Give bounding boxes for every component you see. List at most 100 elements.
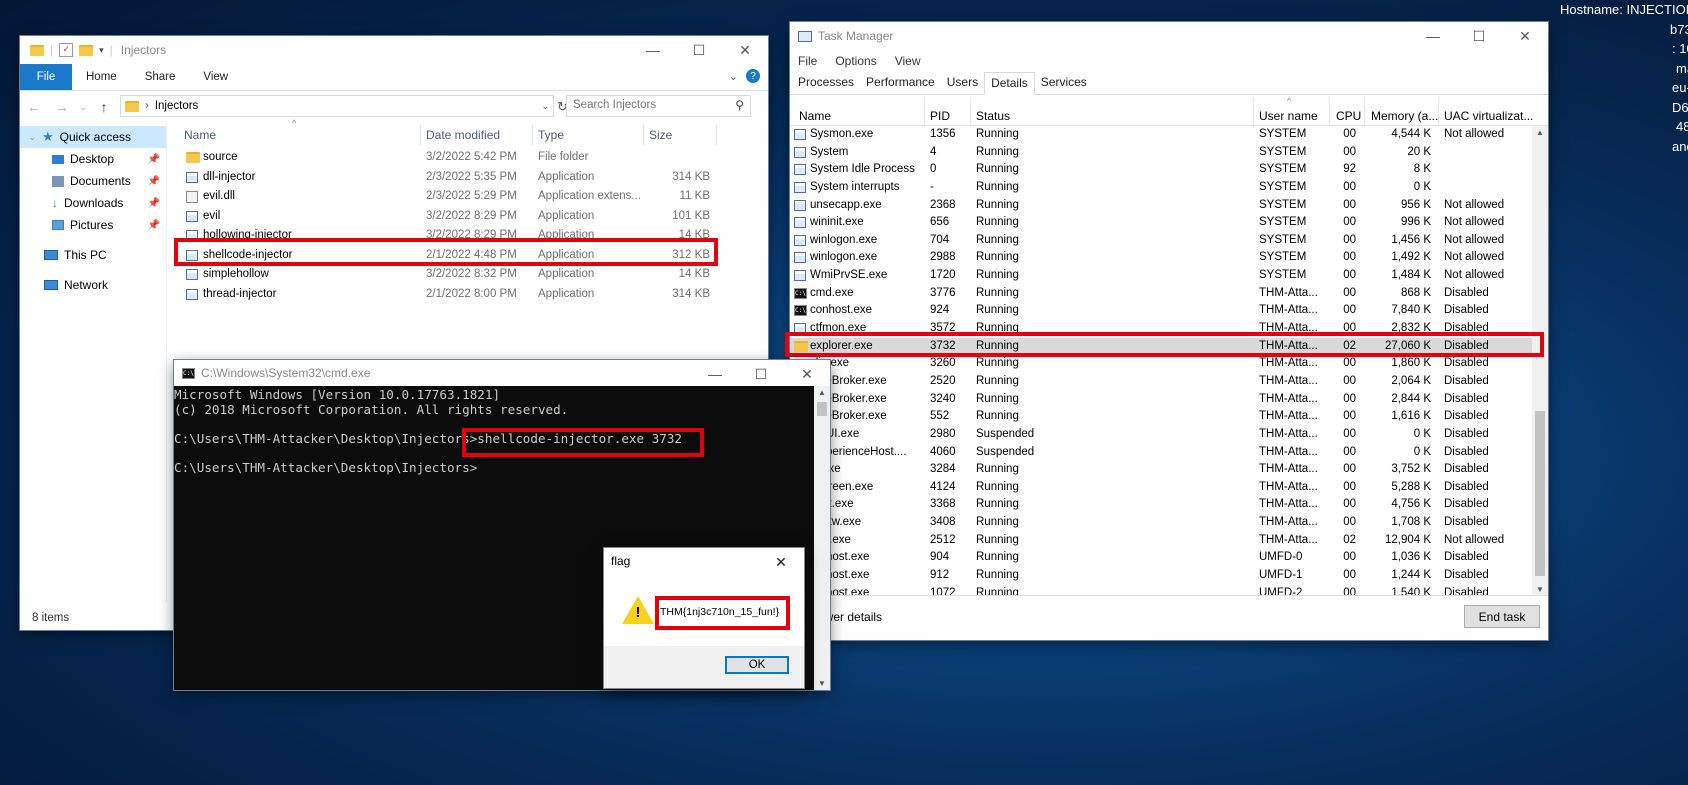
process-row[interactable]: st.exe3284RunningTHM-Atta...003,752 KDis… — [790, 461, 1532, 479]
tab-processes[interactable]: Processes — [792, 72, 860, 94]
minimize-icon[interactable]: — — [692, 360, 738, 388]
cmd-titlebar[interactable]: C:\ C:\Windows\System32\cmd.exe — ☐ ✕ — [174, 360, 830, 386]
explorer-titlebar[interactable]: | ✓ ▾ | Injectors — ☐ ✕ — [20, 36, 768, 64]
process-row[interactable]: timeBroker.exe 552 Running THM-Atta... 00 1,6… — [790, 408, 1532, 426]
column-pid[interactable]: PID — [930, 109, 950, 123]
file-row[interactable]: evil.dll 2/3/2022 5:29 PM Application exte… — [180, 187, 760, 207]
process-row[interactable]: winlogon.exe 2988 Running SYSTEM 00 1,492 K No… — [790, 249, 1532, 267]
scroll-up-icon[interactable]: ▲ — [1536, 128, 1544, 137]
file-row[interactable]: hollowing-injector 3/2/2022 8:29 PM Applic… — [180, 226, 760, 246]
minimize-icon[interactable]: — — [630, 36, 676, 64]
maximize-icon[interactable]: ☐ — [676, 36, 722, 64]
column-status[interactable]: Status — [976, 109, 1010, 123]
console-output[interactable]: Microsoft Windows [Version 10.0.17763.18… — [174, 387, 682, 475]
close-icon[interactable]: ✕ — [784, 360, 830, 388]
process-row[interactable]: host.exe 3368 Running THM-Atta... 00 4,756 KD… — [790, 496, 1532, 514]
close-icon[interactable]: ✕ — [722, 36, 768, 64]
file-row[interactable]: evil 3/2/2022 8:29 PM Application 101 KB — [180, 207, 760, 227]
ribbon-tab-home[interactable]: Home — [72, 64, 131, 90]
close-icon[interactable]: ✕ — [758, 548, 804, 576]
search-input[interactable]: Search Injectors ⚲ — [566, 95, 751, 117]
up-arrow-icon[interactable]: ↑ — [90, 99, 118, 115]
address-dropdown-icon[interactable]: ⌄ — [541, 101, 549, 112]
customize-qat-icon[interactable]: ▾ — [99, 45, 104, 56]
process-row[interactable]: WmiPrvSE.exe 1720 Running SYSTEM 00 1,484 K No… — [790, 267, 1532, 285]
ok-button[interactable]: OK — [725, 656, 789, 674]
expand-ribbon-icon[interactable]: ⌄ — [729, 70, 738, 83]
flag-titlebar[interactable]: flag ✕ — [604, 548, 804, 574]
taskmgr-titlebar[interactable]: Task Manager — ☐ ✕ — [790, 22, 1548, 50]
process-row[interactable]: unsecapp.exe 2368 Running SYSTEM 00 956 K Not … — [790, 197, 1532, 215]
process-row[interactable]: drvhost.exe 912 Running UMFD-1 00 1,244 K Disa… — [790, 567, 1532, 585]
process-row[interactable]: hostw.exe 3408 Running THM-Atta... 00 1,708 K… — [790, 514, 1532, 532]
scrollbar-thumb[interactable] — [1535, 411, 1545, 576]
ribbon-file-tab[interactable]: File — [20, 64, 72, 90]
column-type[interactable]: Type — [538, 128, 564, 142]
help-icon[interactable]: ? — [746, 69, 760, 83]
process-list-scrollbar[interactable]: ▲ ▼ — [1532, 126, 1548, 596]
nav-this-pc[interactable]: This PC — [20, 244, 166, 266]
pin-icon[interactable]: 📌 — [148, 154, 160, 165]
column-name[interactable]: Name — [184, 128, 216, 142]
tab-services[interactable]: Services — [1035, 72, 1093, 94]
nav-downloads[interactable]: ↓ Downloads 📌 — [20, 192, 166, 214]
back-arrow-icon[interactable]: ← — [20, 99, 48, 115]
column-user-name[interactable]: User name — [1259, 109, 1318, 123]
address-bar[interactable]: › Injectors ⌄ — [120, 95, 554, 117]
nav-documents[interactable]: Documents 📌 — [20, 170, 166, 192]
process-row[interactable]: timeBroker.exe 3240 Running THM-Atta... 00 2,… — [790, 391, 1532, 409]
process-row[interactable]: drvhost.exe 904 Running UMFD-0 00 1,036 K Disa… — [790, 549, 1532, 567]
close-icon[interactable]: ✕ — [1502, 22, 1548, 50]
nav-pictures[interactable]: Pictures 📌 — [20, 214, 166, 236]
file-row[interactable]: source 3/2/2022 5:42 PM File folder — [180, 148, 760, 168]
process-row[interactable]: System Idle Process 0 Running SYSTEM 92 8 K — [790, 161, 1532, 179]
minimize-icon[interactable]: — — [1410, 22, 1456, 50]
properties-icon[interactable]: ✓ — [59, 43, 74, 57]
breadcrumb-chevron-icon[interactable]: › — [145, 100, 149, 112]
process-row[interactable]: timeBroker.exe 2520 Running THM-Atta... 00 2,… — [790, 373, 1532, 391]
pin-icon[interactable]: 📌 — [148, 220, 160, 231]
tab-details[interactable]: Details — [984, 72, 1035, 95]
tab-users[interactable]: Users — [941, 72, 984, 94]
process-row[interactable]: rtscreen.exe 4124 Running THM-Atta... 00 5,28… — [790, 479, 1532, 497]
nav-network[interactable]: Network — [20, 274, 166, 296]
tab-performance[interactable]: Performance — [860, 72, 941, 94]
process-row[interactable]: lExperienceHost.... 4060 Suspended THM-Atta… — [790, 444, 1532, 462]
menu-file[interactable]: File — [798, 54, 817, 68]
menu-options[interactable]: Options — [835, 54, 876, 68]
process-row[interactable]: clip.exe3260RunningTHM-Atta...001,860 KD… — [790, 355, 1532, 373]
nav-quick-access[interactable]: ⌄ ★ Quick access — [20, 126, 166, 148]
nav-desktop[interactable]: Desktop 📌 — [20, 148, 166, 170]
column-cpu[interactable]: CPU — [1336, 109, 1361, 123]
file-row[interactable]: simplehollow 3/2/2022 8:32 PM Application 1… — [180, 265, 760, 285]
column-uac-virtualization[interactable]: UAC virtualizat... — [1444, 109, 1533, 123]
process-row[interactable]: mgr.exe 2512 Running THM-Atta... 02 12,904 KN… — [790, 532, 1532, 550]
recent-locations-icon[interactable]: ⌄ — [76, 102, 90, 113]
scrollbar-thumb[interactable] — [817, 402, 827, 416]
chevron-down-icon[interactable]: ⌄ — [20, 132, 36, 143]
end-task-button[interactable]: End task — [1464, 605, 1540, 628]
process-row[interactable]: Sysmon.exe 1356 Running SYSTEM 00 4,544 K Not … — [790, 126, 1532, 144]
column-name[interactable]: Name — [799, 109, 831, 123]
breadcrumb[interactable]: Injectors — [155, 100, 198, 112]
maximize-icon[interactable]: ☐ — [1456, 22, 1502, 50]
menu-view[interactable]: View — [895, 54, 921, 68]
ribbon-tab-view[interactable]: View — [189, 64, 242, 90]
process-row[interactable]: explorer.exe 3732 Running THM-Atta... 02 27,0… — [790, 337, 1532, 356]
process-row[interactable]: System interrupts - Running SYSTEM 00 0 K — [790, 179, 1532, 197]
file-row[interactable]: thread-injector 2/1/2022 8:00 PM Applicati… — [180, 285, 760, 305]
console-scrollbar[interactable]: ▲ ▼ — [814, 386, 830, 690]
column-date-modified[interactable]: Date modified — [426, 128, 500, 142]
process-row[interactable]: C:\ cmd.exe 3776 Running THM-Atta... 00 868 K D… — [790, 285, 1532, 303]
process-row[interactable]: C:\ conhost.exe 924 Running THM-Atta... 00 7,8… — [790, 302, 1532, 320]
ribbon-tab-share[interactable]: Share — [131, 64, 190, 90]
maximize-icon[interactable]: ☐ — [738, 360, 784, 388]
process-row[interactable]: ctfmon.exe 3572 Running THM-Atta... 00 2,832 … — [790, 320, 1532, 338]
pin-icon[interactable]: 📌 — [148, 198, 160, 209]
file-row[interactable]: shellcode-injector 2/1/2022 4:48 PM Applic… — [180, 246, 760, 266]
file-row[interactable]: dll-injector 2/3/2022 5:35 PM Application 3… — [180, 168, 760, 188]
column-memory[interactable]: Memory (a... — [1371, 109, 1438, 123]
column-size[interactable]: Size — [649, 128, 672, 142]
process-row[interactable]: winlogon.exe 704 Running SYSTEM 00 1,456 K Not… — [790, 232, 1532, 250]
process-row[interactable]: wininit.exe 656 Running SYSTEM 00 996 K Not al… — [790, 214, 1532, 232]
